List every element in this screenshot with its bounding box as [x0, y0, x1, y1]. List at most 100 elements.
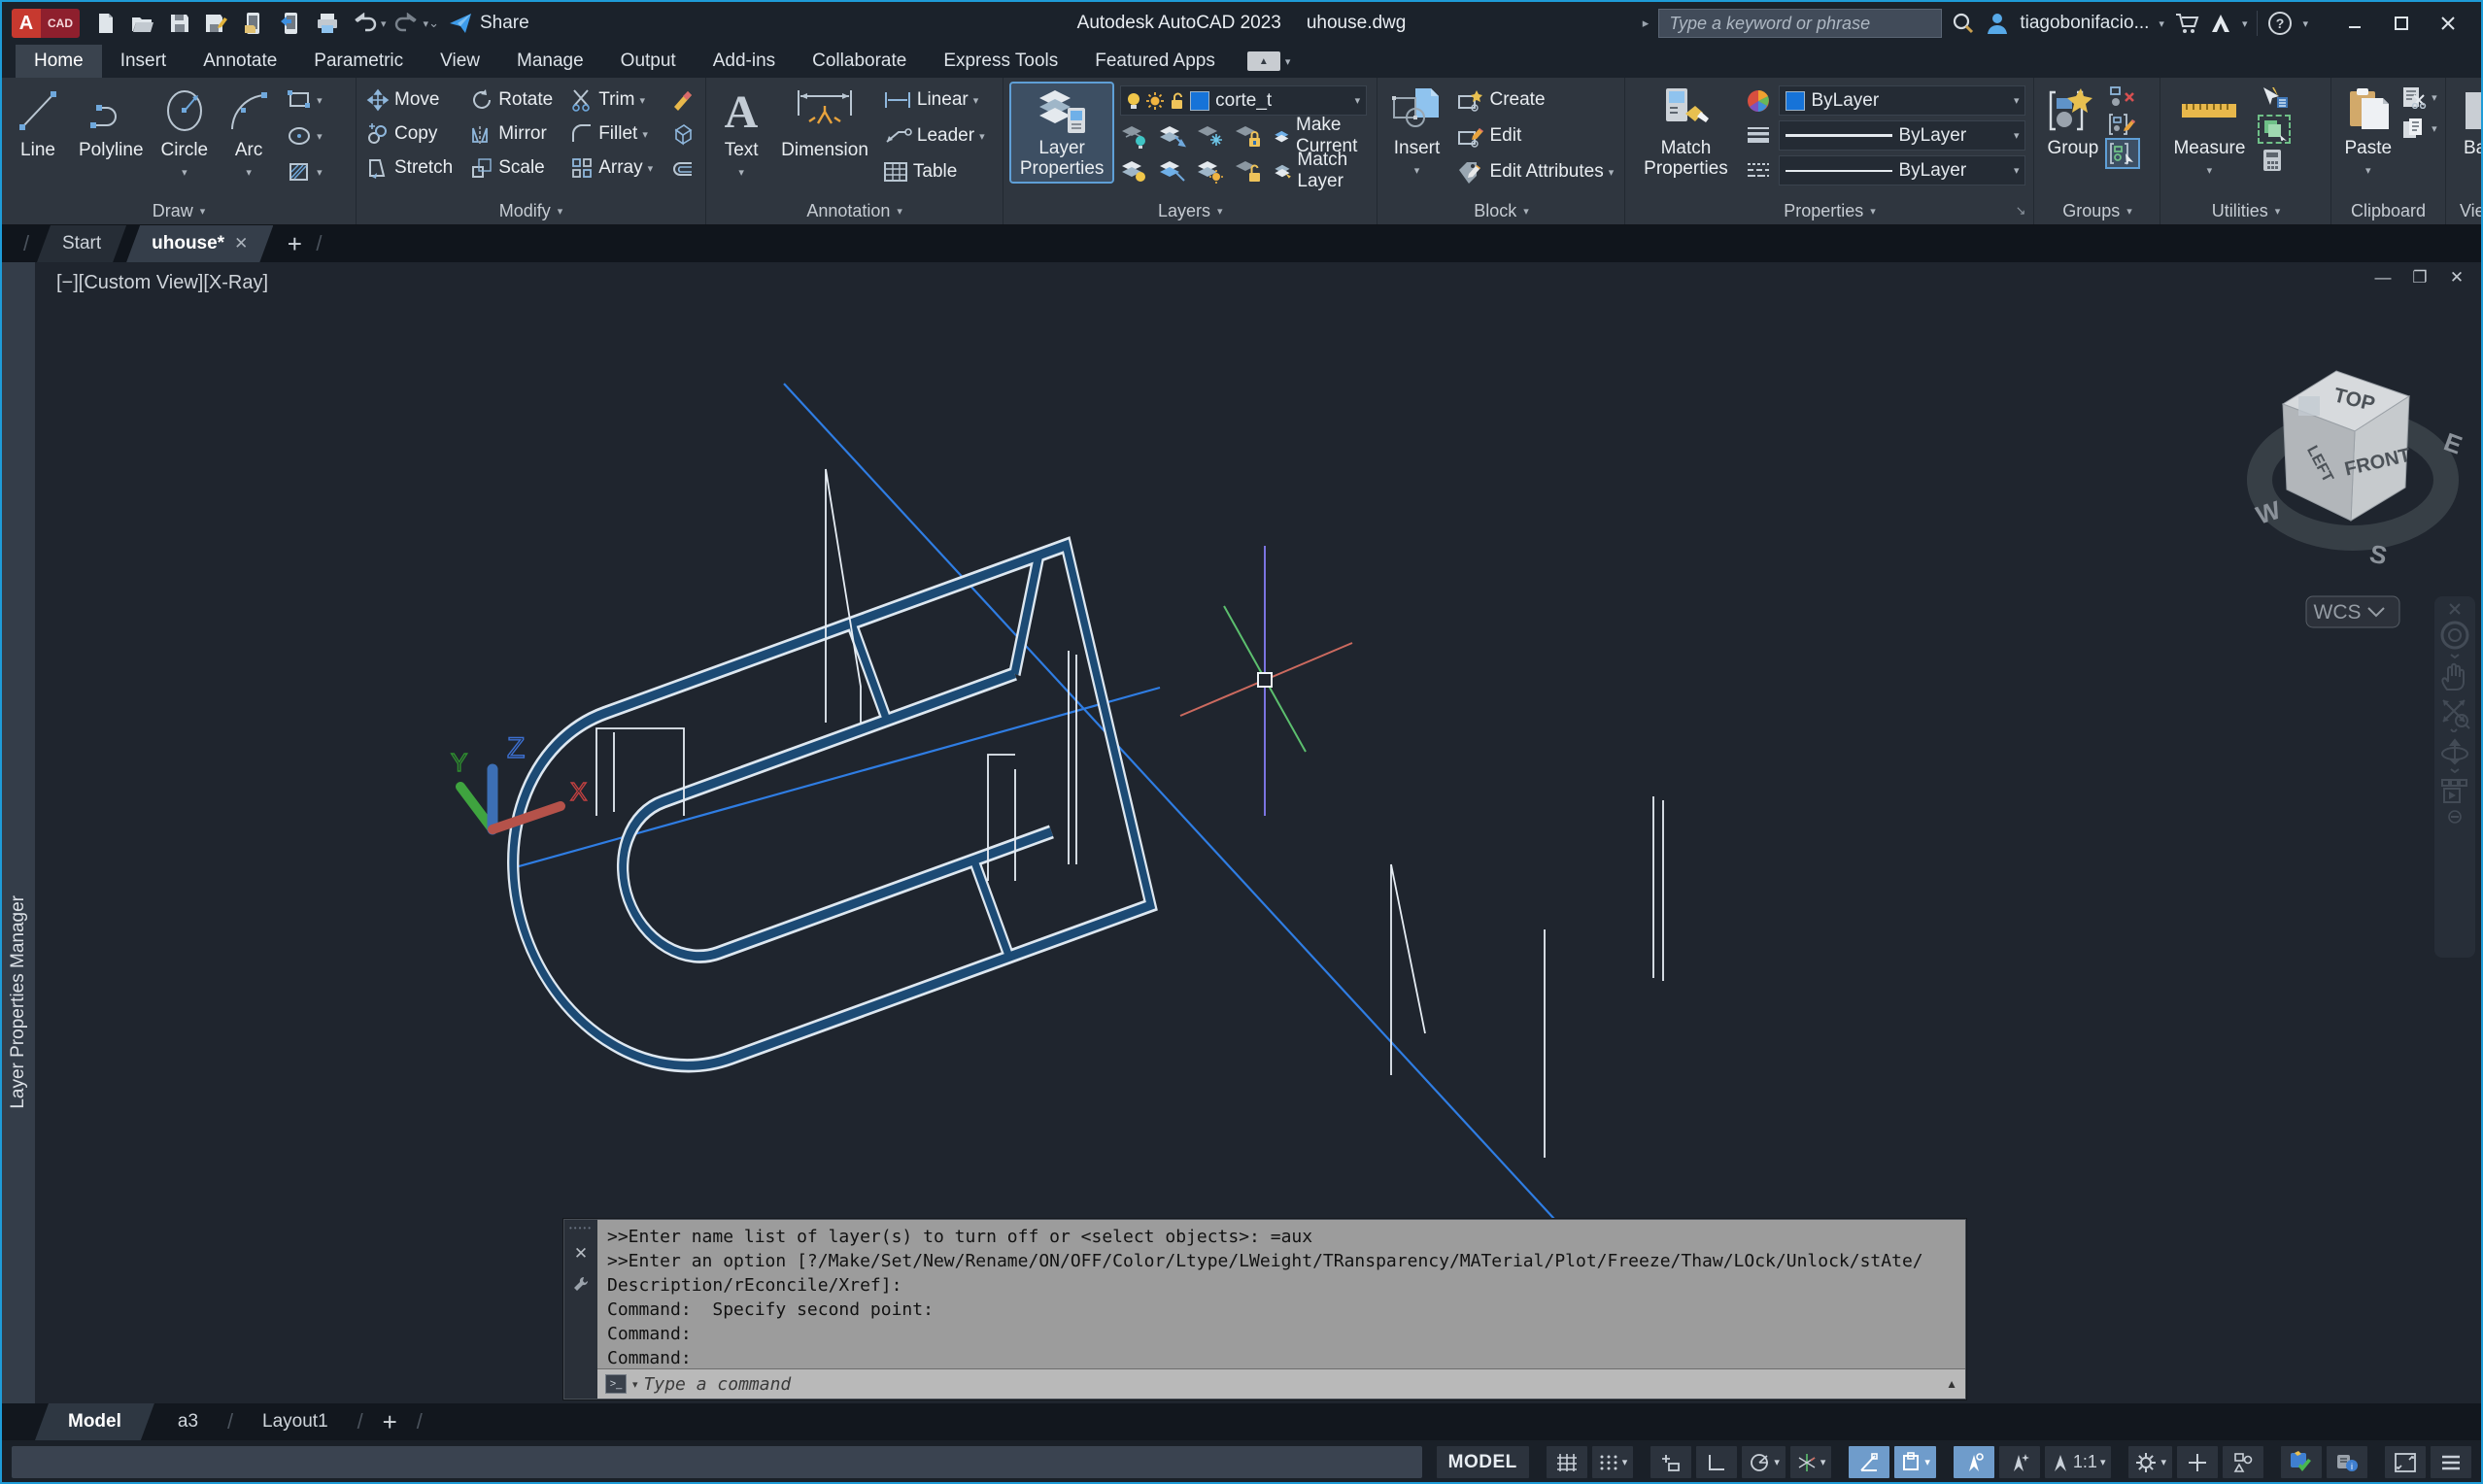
edit-block-button[interactable]: Edit — [1455, 121, 1616, 151]
grid-display-toggle[interactable] — [1547, 1446, 1587, 1478]
properties-panel-launcher[interactable]: ↘ — [2016, 203, 2026, 219]
trim-button[interactable]: Trim▾ — [568, 85, 655, 115]
save-as-button[interactable] — [200, 8, 233, 39]
annotation-visibility-toggle[interactable] — [1954, 1446, 1994, 1478]
tab-view[interactable]: View — [422, 45, 498, 78]
help-icon[interactable]: ? — [2267, 11, 2293, 36]
graphics-performance-button[interactable] — [2281, 1446, 2322, 1478]
command-prompt-icon[interactable]: >_ — [605, 1374, 627, 1394]
stretch-button[interactable]: Stretch — [364, 153, 455, 183]
rectangle-tool-button[interactable]: ▾ — [285, 85, 324, 115]
polyline-button[interactable]: Polyline — [74, 84, 149, 163]
search-icon[interactable] — [1952, 12, 1975, 35]
isometric-caret[interactable]: ▾ — [1820, 1456, 1826, 1468]
panel-title-properties[interactable]: Properties▾↘ — [1625, 198, 2033, 224]
match-layer-button[interactable]: Match Layer — [1272, 156, 1369, 186]
cut-button[interactable]: ▾ — [2400, 85, 2437, 109]
layer-isolate-button[interactable] — [1158, 123, 1187, 149]
layer-properties-button[interactable]: Layer Properties — [1011, 84, 1112, 182]
paste-button[interactable]: Paste ▾ — [2339, 84, 2397, 185]
command-close-icon[interactable]: ✕ — [574, 1244, 588, 1264]
measure-button[interactable]: Measure ▾ — [2168, 84, 2250, 185]
viewport-controls-label[interactable]: [−][Custom View][X-Ray] — [56, 272, 268, 294]
save-button[interactable] — [163, 8, 196, 39]
command-window[interactable]: ••••• ✕ >>Enter name list of layer(s) to… — [563, 1219, 1966, 1400]
leader-button[interactable]: Leader▾ — [881, 121, 987, 151]
navigation-bar[interactable] — [2434, 596, 2475, 958]
edit-attributes-caret[interactable]: ▾ — [1609, 166, 1615, 179]
layout-tab-model[interactable]: Model — [35, 1403, 154, 1440]
redo-button[interactable] — [391, 8, 424, 39]
layer-freeze-button[interactable] — [1196, 123, 1225, 149]
autodesk-apps-caret[interactable]: ▾ — [2242, 17, 2248, 30]
command-recent-caret[interactable]: ▾ — [632, 1378, 638, 1391]
tab-express-tools[interactable]: Express Tools — [925, 45, 1076, 78]
linetype-combo[interactable]: ByLayer ▾ — [1779, 155, 2025, 186]
paste-caret[interactable]: ▾ — [2365, 161, 2371, 182]
fillet-button[interactable]: Fillet▾ — [568, 119, 655, 149]
panel-title-annotation[interactable]: Annotation▾ — [706, 198, 1003, 224]
hatch-tool-button[interactable]: ▾ — [285, 157, 324, 186]
isometric-drafting-toggle[interactable]: ▾ — [1790, 1446, 1832, 1478]
array-button[interactable]: Array▾ — [568, 153, 655, 183]
trim-caret[interactable]: ▾ — [639, 94, 645, 107]
layer-select-combo[interactable]: corte_t ▾ — [1120, 85, 1367, 116]
layout-tab-a3[interactable]: a3 — [154, 1403, 221, 1440]
quick-select-button[interactable] — [2260, 85, 2289, 111]
circle-button[interactable]: Circle ▾ — [156, 84, 214, 186]
mirror-button[interactable]: Mirror — [468, 119, 555, 149]
offset-button[interactable] — [668, 153, 697, 183]
calculator-button[interactable] — [2260, 148, 2289, 173]
file-tab-start[interactable]: Start — [37, 225, 126, 262]
panel-title-groups[interactable]: Groups▾ — [2034, 198, 2160, 224]
share-control[interactable]: Share — [449, 13, 529, 34]
tab-annotate[interactable]: Annotate — [185, 45, 295, 78]
color-combo-caret[interactable]: ▾ — [2014, 94, 2020, 107]
panel-title-view[interactable]: View▾↘ — [2446, 198, 2483, 224]
new-layout-button[interactable]: + — [369, 1403, 411, 1440]
command-expand-icon[interactable]: ▲ — [1946, 1377, 1957, 1391]
measure-caret[interactable]: ▾ — [2207, 161, 2213, 182]
group-selection-toggle[interactable] — [2107, 140, 2138, 167]
command-history[interactable]: >>Enter name list of layer(s) to turn of… — [597, 1220, 1965, 1368]
object-snap-caret[interactable]: ▾ — [1924, 1456, 1930, 1468]
create-block-button[interactable]: Create — [1455, 85, 1616, 115]
model-space-toggle[interactable]: MODEL — [1437, 1446, 1529, 1478]
arc-button[interactable]: Arc ▾ — [221, 84, 277, 186]
layer-properties-manager-panel[interactable]: Layer Properties Manager — [2, 262, 35, 1403]
table-button[interactable]: Table — [881, 157, 987, 186]
scale-button[interactable]: Scale — [468, 153, 555, 183]
layer-thaw-button[interactable] — [1196, 158, 1225, 184]
snap-caret[interactable]: ▾ — [1622, 1456, 1628, 1468]
circle-dropdown-caret[interactable]: ▾ — [182, 163, 187, 184]
polar-caret[interactable]: ▾ — [1774, 1456, 1780, 1468]
tab-insert[interactable]: Insert — [102, 45, 186, 78]
match-properties-button[interactable]: Match Properties — [1633, 84, 1738, 182]
panel-title-layers[interactable]: Layers▾ — [1003, 198, 1377, 224]
ribbon-display-button[interactable]: ▲ — [1247, 51, 1280, 71]
undo-dropdown-caret[interactable]: ▾ — [381, 17, 387, 30]
object-snap-toggle[interactable]: ▾ — [1894, 1446, 1936, 1478]
tab-home[interactable]: Home — [16, 45, 102, 78]
file-tab-uhouse[interactable]: uhouse* ✕ — [126, 225, 273, 262]
close-button[interactable] — [2425, 7, 2471, 40]
cut-caret[interactable]: ▾ — [2432, 91, 2437, 104]
layer-on-button[interactable] — [1120, 158, 1149, 184]
lineweight-combo[interactable]: ByLayer ▾ — [1779, 120, 2025, 151]
panel-title-modify[interactable]: Modify▾ — [357, 198, 705, 224]
object-color-combo[interactable]: ByLayer ▾ — [1779, 85, 2025, 116]
base-button[interactable]: Base ▾ — [2455, 84, 2483, 185]
layout-tab-layout1[interactable]: Layout1 — [239, 1403, 352, 1440]
group-edit-button[interactable] — [2107, 113, 2138, 136]
viewport-restore-icon[interactable]: ❐ — [2409, 268, 2431, 287]
wcs-dropdown[interactable]: WCS — [2306, 596, 2399, 627]
undo-button[interactable] — [348, 8, 381, 39]
dimension-button[interactable]: Dimension — [776, 84, 873, 163]
layer-unisolate-button[interactable] — [1158, 158, 1187, 184]
linetype-combo-caret[interactable]: ▾ — [2014, 164, 2020, 177]
signed-in-user[interactable]: tiagobonifacio... — [2020, 13, 2149, 34]
rotate-button[interactable]: Rotate — [468, 85, 555, 115]
copy-clip-caret[interactable]: ▾ — [2432, 122, 2437, 135]
edit-attributes-button[interactable]: Edit Attributes▾ — [1455, 157, 1616, 186]
isolate-objects-button[interactable] — [2223, 1446, 2263, 1478]
